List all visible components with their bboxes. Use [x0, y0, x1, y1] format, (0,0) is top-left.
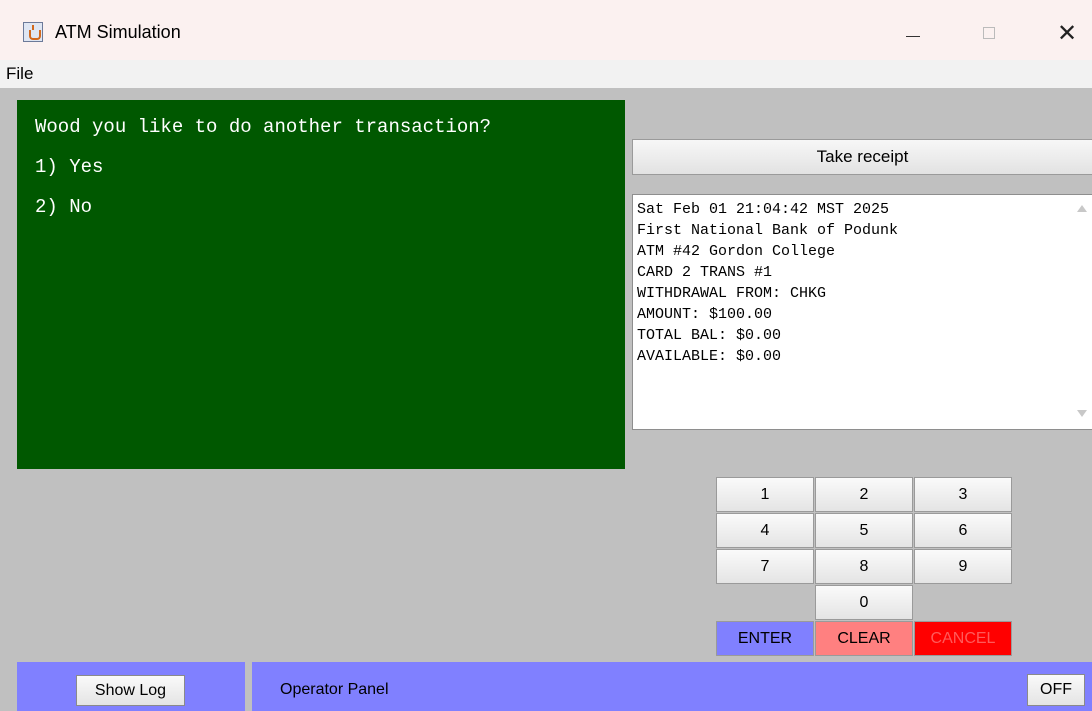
menu-file[interactable]: File — [6, 64, 33, 84]
receipt-line: WITHDRAWAL FROM: CHKG — [637, 285, 827, 302]
display-option-yes: 1) Yes — [35, 156, 104, 178]
show-log-button[interactable]: Show Log — [76, 675, 185, 706]
key-6[interactable]: 6 — [914, 513, 1012, 548]
display-option-no: 2) No — [35, 196, 93, 218]
receipt-scrollbar[interactable] — [1072, 195, 1092, 429]
minimize-icon — [906, 35, 920, 37]
window-title: ATM Simulation — [55, 22, 181, 42]
scroll-down-arrow-icon[interactable] — [1077, 410, 1087, 417]
title-bar: ATM Simulation ✕ — [0, 0, 1092, 60]
menu-bar: File — [0, 60, 1092, 88]
receipt-line: Sat Feb 01 21:04:42 MST 2025 — [637, 201, 890, 218]
off-button[interactable]: OFF — [1027, 674, 1085, 706]
maximize-button[interactable] — [969, 18, 1009, 48]
take-receipt-button[interactable]: Take receipt — [632, 139, 1092, 175]
enter-button[interactable]: ENTER — [716, 621, 814, 656]
key-3[interactable]: 3 — [914, 477, 1012, 512]
close-button[interactable]: ✕ — [1047, 18, 1087, 48]
key-7[interactable]: 7 — [716, 549, 814, 584]
receipt-line: First National Bank of Podunk — [637, 222, 899, 239]
key-9[interactable]: 9 — [914, 549, 1012, 584]
receipt-line: ATM #42 Gordon College — [637, 243, 836, 260]
display-prompt: Wood you like to do another transaction? — [35, 116, 492, 138]
receipt-text-area[interactable]: Sat Feb 01 21:04:42 MST 2025 First Natio… — [632, 194, 1092, 430]
receipt-line: AMOUNT: $100.00 — [637, 306, 773, 323]
close-icon: ✕ — [1056, 19, 1078, 47]
java-cup-icon — [23, 22, 43, 42]
receipt-line: AVAILABLE: $0.00 — [637, 348, 782, 365]
maximize-icon — [983, 27, 995, 39]
key-5[interactable]: 5 — [815, 513, 913, 548]
key-0[interactable]: 0 — [815, 585, 913, 620]
minimize-button[interactable] — [893, 18, 933, 48]
key-4[interactable]: 4 — [716, 513, 814, 548]
atm-display: Wood you like to do another transaction?… — [17, 100, 625, 469]
operator-panel-label: Operator Panel — [280, 681, 389, 698]
receipt-line: CARD 2 TRANS #1 — [637, 264, 773, 281]
scroll-up-arrow-icon[interactable] — [1077, 205, 1087, 212]
receipt-line: TOTAL BAL: $0.00 — [637, 327, 782, 344]
clear-button[interactable]: CLEAR — [815, 621, 913, 656]
key-1[interactable]: 1 — [716, 477, 814, 512]
key-2[interactable]: 2 — [815, 477, 913, 512]
cancel-button[interactable]: CANCEL — [914, 621, 1012, 656]
key-8[interactable]: 8 — [815, 549, 913, 584]
